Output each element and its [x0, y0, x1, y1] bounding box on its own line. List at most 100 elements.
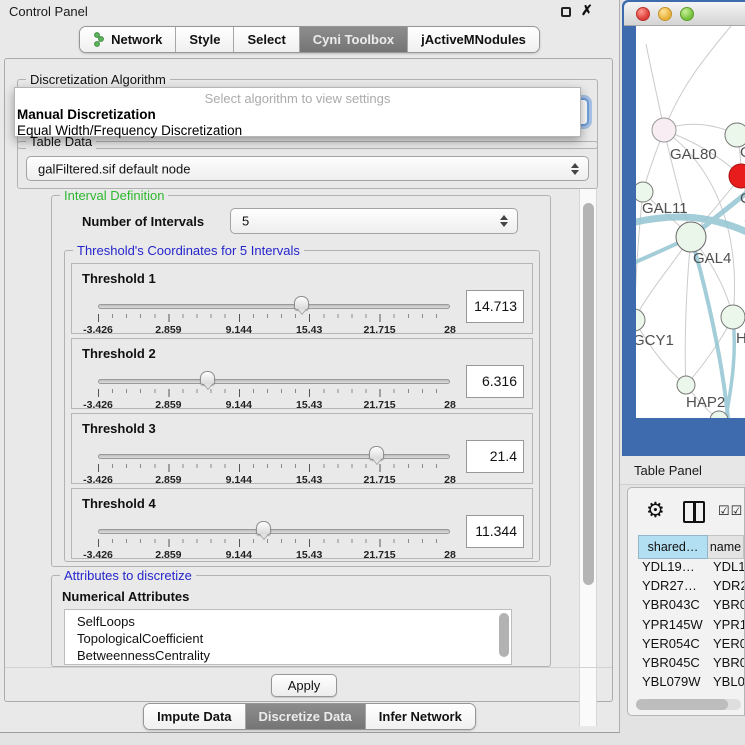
node-label: C	[740, 190, 745, 207]
threshold-coordinates-group: Threshold's Coordinates for 5 Intervals …	[64, 250, 540, 562]
slider-thumb[interactable]	[256, 521, 271, 535]
node-hap2[interactable]	[677, 376, 695, 394]
node-gal4[interactable]	[676, 222, 706, 252]
combo-stepper-icon	[500, 215, 509, 227]
node-gcy1[interactable]	[636, 309, 645, 331]
threshold-4-panel: Threshold 4 -3.426 2.859 9.144 15.43 21.…	[71, 488, 533, 559]
table-data-selected: galFiltered.sif default node	[38, 161, 190, 176]
minimize-traffic-light-icon[interactable]	[658, 7, 672, 21]
list-item[interactable]: TopologicalCoefficient	[65, 630, 511, 647]
control-panel-titlebar: Control Panel ✗	[0, 0, 619, 22]
slider-track[interactable]	[98, 379, 450, 384]
table-row[interactable]: YDL19… YDL1	[638, 559, 744, 578]
list-scrollbar[interactable]	[499, 613, 509, 657]
network-window-titlebar[interactable]	[624, 2, 745, 26]
panel-title: Control Panel	[9, 4, 88, 19]
node-pink[interactable]	[652, 118, 676, 142]
tab-discretize-data[interactable]: Discretize Data	[246, 704, 366, 729]
interval-definition-group: Interval Definition Number of Intervals …	[51, 195, 551, 567]
table-horizontal-scrollbar-thumb[interactable]	[636, 699, 728, 710]
table-row[interactable]: YBR045C YBR0	[638, 655, 744, 674]
node-gal11[interactable]	[636, 182, 653, 202]
threshold-1-slider[interactable]: -3.426 2.859 9.144 15.43 21.715 28	[98, 302, 450, 332]
list-item[interactable]: SelfLoops	[65, 610, 511, 630]
node-label: GCY1	[636, 332, 674, 349]
node-label: GAL4	[693, 250, 731, 267]
table-panel-strip: Table Panel	[620, 456, 745, 485]
num-intervals-value: 5	[242, 214, 249, 229]
threshold-4-slider[interactable]: -3.426 2.859 9.144 15.43 21.715 28	[98, 527, 450, 557]
tab-cyni-toolbox[interactable]: Cyni Toolbox	[300, 27, 408, 52]
threshold-1-panel: Threshold 1 -3.426 2.859 9.144 15.43 21.…	[71, 263, 533, 334]
dropdown-option-equal-width[interactable]: Equal Width/Frequency Discretization	[17, 123, 242, 138]
main-scrollbar[interactable]	[579, 189, 597, 726]
network-view-window: GAL80 G C GAL11 GAL4 GCY1 H HAP2	[622, 0, 745, 456]
close-icon[interactable]: ✗	[581, 2, 593, 19]
attributes-group-title: Attributes to discretize	[60, 568, 196, 583]
gear-icon[interactable]: ⚙	[646, 498, 665, 523]
zoom-traffic-light-icon[interactable]	[680, 7, 694, 21]
table-horizontal-scrollbar[interactable]	[636, 699, 741, 710]
table-panel-title: Table Panel	[634, 463, 702, 478]
column-layout-icon[interactable]	[683, 501, 705, 523]
slider-track[interactable]	[98, 304, 450, 309]
table-row[interactable]: YBR043C YBR0	[638, 597, 744, 616]
node-label: G	[740, 144, 745, 161]
table-row[interactable]: YBL079W YBL0	[638, 674, 744, 693]
node-h[interactable]	[721, 305, 745, 329]
cyni-content-panel: Discretization Algorithm Table Data galF…	[4, 58, 613, 702]
threshold-3-value-field[interactable]: 21.4	[466, 440, 524, 473]
float-window-icon[interactable]	[561, 7, 571, 17]
threshold-3-slider[interactable]: -3.426 2.859 9.144 15.43 21.715 28	[98, 452, 450, 482]
list-item[interactable]: BetweennessCentrality	[65, 647, 511, 664]
node-label: H	[736, 330, 745, 347]
table-row[interactable]: YER054C YER0	[638, 636, 744, 655]
table-row[interactable]: YPR145W YPR1	[638, 617, 744, 636]
table-row[interactable]: YLR345W YLR3	[638, 693, 744, 695]
tab-style[interactable]: Style	[176, 27, 234, 52]
attributes-group: Attributes to discretize Numerical Attri…	[51, 575, 551, 667]
column-header-shared[interactable]: shared…	[638, 535, 708, 559]
table-row[interactable]: YDR27… YDR2	[638, 578, 744, 597]
dropdown-option-manual[interactable]: Manual Discretization	[17, 107, 156, 122]
tab-network-label: Network	[111, 32, 162, 47]
threshold-coordinates-title: Threshold's Coordinates for 5 Intervals	[73, 243, 304, 258]
slider-track[interactable]	[98, 454, 450, 459]
num-intervals-combobox[interactable]: 5	[230, 208, 518, 234]
algorithm-dropdown-popup: Select algorithm to view settings Manual…	[14, 87, 581, 137]
tab-infer-network[interactable]: Infer Network	[366, 704, 475, 729]
main-scrollbar-thumb[interactable]	[583, 203, 594, 585]
node-label: HAP2	[686, 394, 725, 411]
table-rows: YDL19… YDL1 YDR27… YDR2 YBR043C YBR0 YPR…	[638, 559, 744, 695]
apply-button[interactable]: Apply	[271, 674, 337, 697]
slider-track[interactable]	[98, 529, 450, 534]
tab-impute-data[interactable]: Impute Data	[144, 704, 245, 729]
slider-thumb[interactable]	[369, 446, 384, 460]
threshold-4-value-field[interactable]: 11.344	[466, 515, 524, 548]
slider-thumb[interactable]	[294, 296, 309, 310]
num-intervals-label: Number of Intervals	[82, 214, 204, 229]
slider-thumb[interactable]	[200, 371, 215, 385]
checkbox-icons[interactable]: ☑☑	[718, 503, 743, 519]
numerical-attributes-list[interactable]: SelfLoops TopologicalCoefficient Between…	[64, 609, 512, 665]
bottom-tab-bar: Impute Data Discretize Data Infer Networ…	[0, 703, 619, 730]
threshold-2-value-field[interactable]: 6.316	[466, 365, 524, 398]
column-header-name[interactable]: name	[708, 535, 744, 559]
table-data-combobox[interactable]: galFiltered.sif default node	[26, 156, 589, 181]
tab-jactivemnodules[interactable]: jActiveMNodules	[408, 27, 539, 52]
numerical-attributes-label: Numerical Attributes	[62, 589, 189, 604]
dropdown-placeholder: Select algorithm to view settings	[15, 91, 580, 106]
threshold-2-slider[interactable]: -3.426 2.859 9.144 15.43 21.715 28	[98, 377, 450, 407]
table-header-row: shared… name	[638, 535, 744, 559]
threshold-1-value-field[interactable]: 14.713	[466, 290, 524, 323]
network-canvas[interactable]: GAL80 G C GAL11 GAL4 GCY1 H HAP2	[636, 26, 745, 418]
node-label: GAL80	[670, 146, 717, 163]
tab-select[interactable]: Select	[234, 27, 299, 52]
discretization-algorithm-group-title: Discretization Algorithm	[26, 72, 170, 87]
close-traffic-light-icon[interactable]	[636, 7, 650, 21]
network-graph: GAL80 G C GAL11 GAL4 GCY1 H HAP2	[636, 26, 745, 418]
node-label: GAL11	[642, 200, 688, 217]
tab-network[interactable]: Network	[80, 27, 176, 52]
network-icon	[93, 32, 106, 47]
table-panel-body: ⚙ ☑☑ shared… name YDL19… YDL1 YDR27… YDR…	[627, 487, 745, 716]
